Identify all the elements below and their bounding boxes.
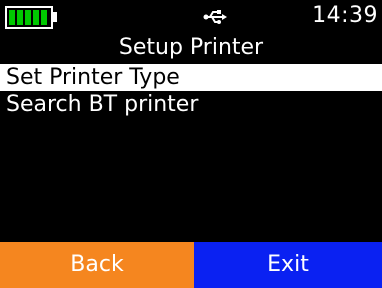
menu-item-search-bt-printer[interactable]: Search BT printer <box>0 91 382 118</box>
menu-list: Set Printer Type Search BT printer <box>0 64 382 118</box>
exit-button[interactable]: Exit <box>194 242 382 288</box>
device-screen: 14:39 Setup Printer Set Printer Type Sea… <box>0 0 382 288</box>
battery-icon <box>5 6 53 29</box>
page-title: Setup Printer <box>118 35 264 60</box>
back-button[interactable]: Back <box>0 242 194 288</box>
battery-cell <box>41 10 47 25</box>
battery-cell <box>33 10 39 25</box>
usb-icon <box>203 10 227 24</box>
battery-cell <box>9 10 15 25</box>
battery-cell <box>25 10 31 25</box>
menu-item-set-printer-type[interactable]: Set Printer Type <box>0 64 382 91</box>
battery-cell <box>17 10 23 25</box>
battery-tip <box>53 12 57 22</box>
status-bar: 14:39 <box>0 0 382 34</box>
softkey-bar: Back Exit <box>0 242 382 288</box>
clock: 14:39 <box>312 3 378 28</box>
